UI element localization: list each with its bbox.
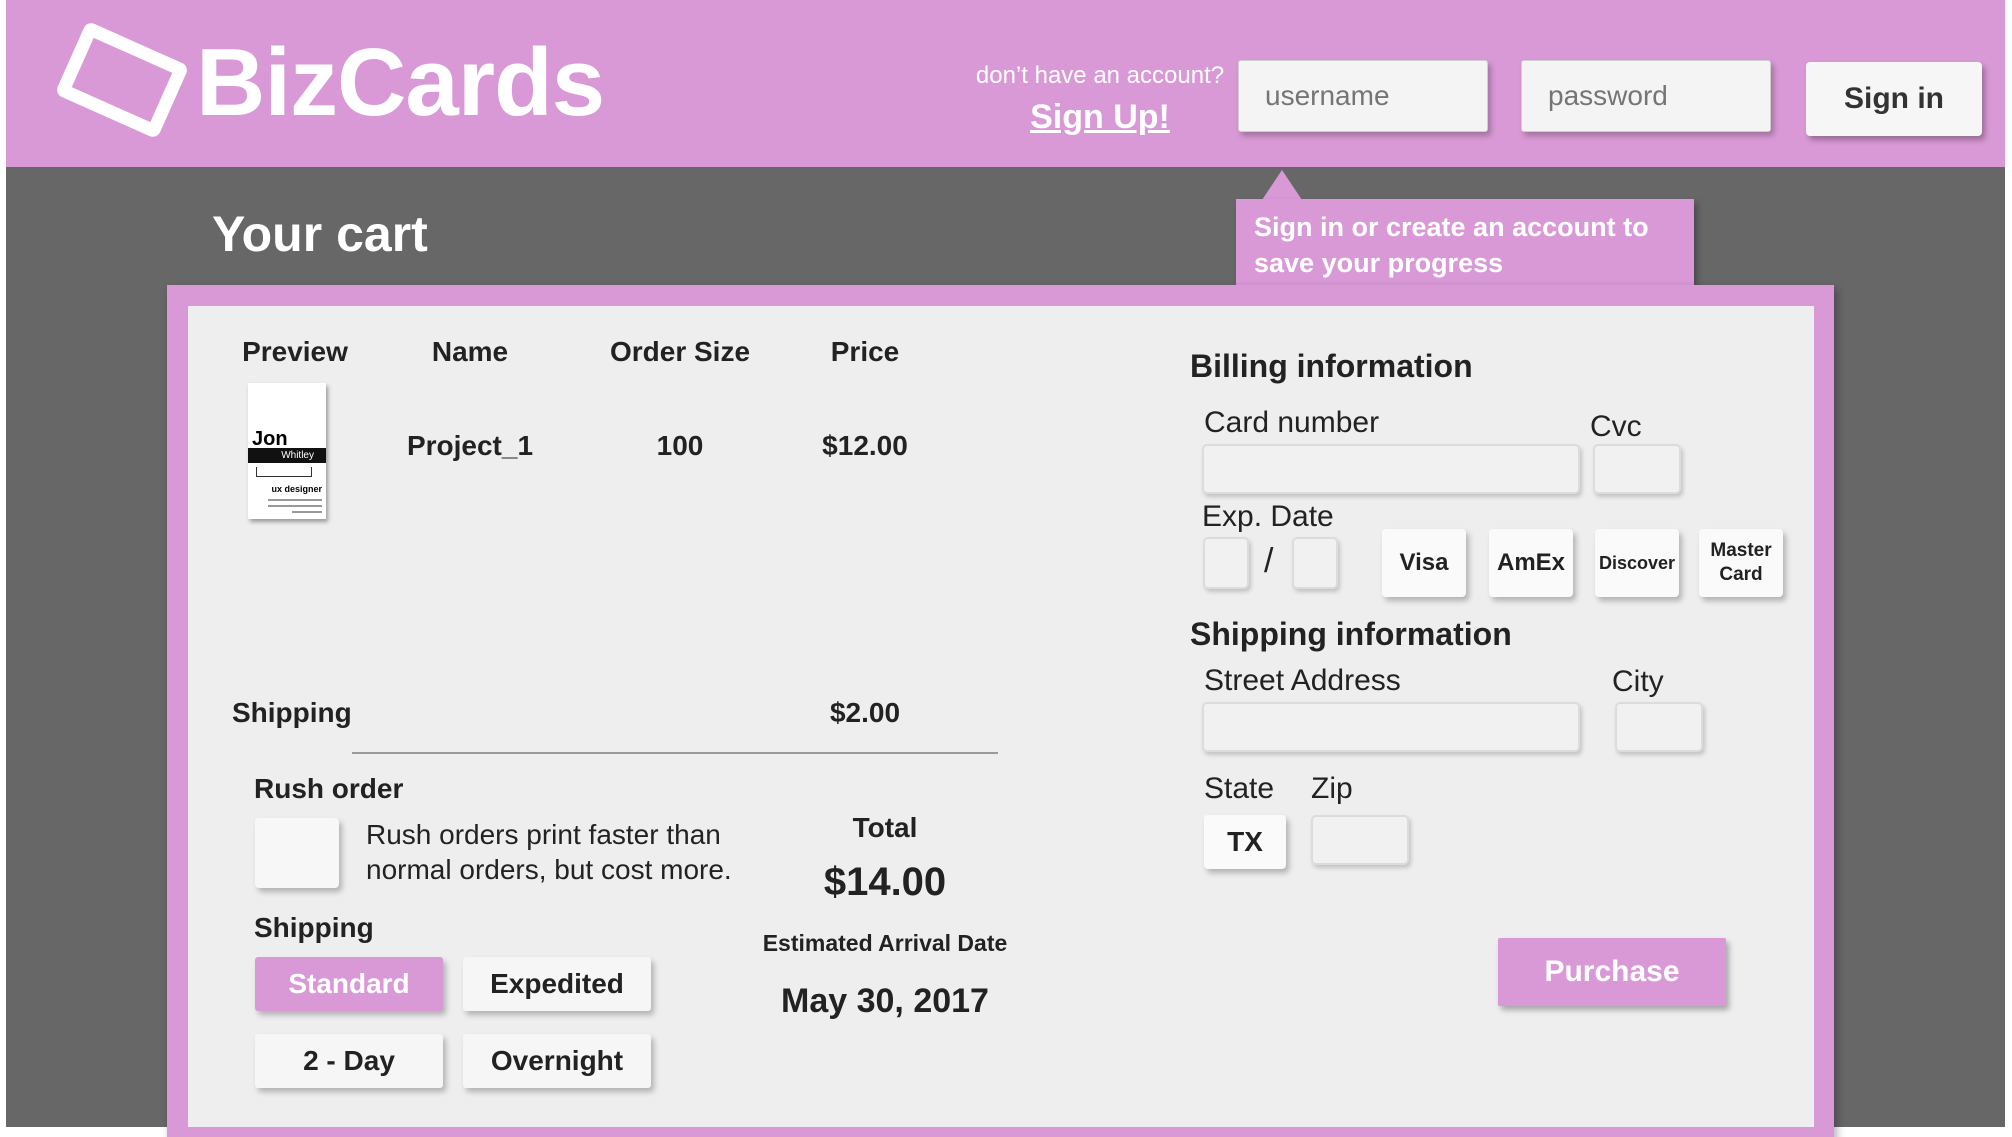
signin-tooltip: Sign in or create an account to save you…: [1236, 199, 1694, 287]
signin-button[interactable]: Sign in: [1806, 62, 1982, 136]
city-label: City: [1612, 665, 1664, 698]
card-number-field[interactable]: [1202, 444, 1580, 494]
shipping-method-title: Shipping: [254, 912, 374, 943]
exp-date-label: Exp. Date: [1202, 500, 1334, 533]
zip-label: Zip: [1311, 772, 1353, 805]
column-header-name: Name: [431, 336, 509, 367]
preview-last-name: Whitley: [281, 450, 314, 461]
column-header-order-size: Order Size: [609, 336, 751, 367]
card-type-mastercard-button[interactable]: Master Card: [1699, 529, 1783, 597]
cvc-label: Cvc: [1590, 410, 1642, 443]
shipping-cost-label: Shipping: [232, 697, 352, 728]
street-address-label: Street Address: [1204, 664, 1401, 697]
purchase-button[interactable]: Purchase: [1498, 938, 1726, 1006]
preview-contact-line: [268, 499, 322, 501]
shipping-info-title: Shipping information: [1190, 616, 1512, 652]
rush-order-title: Rush order: [254, 773, 404, 804]
summary-divider: [352, 752, 998, 754]
exp-month-field[interactable]: [1203, 537, 1249, 589]
shipping-cost-value: $2.00: [829, 697, 901, 728]
card-type-amex-button[interactable]: AmEx: [1489, 529, 1573, 597]
username-input[interactable]: [1238, 60, 1488, 132]
item-order-size: 100: [656, 430, 704, 461]
item-price: $12.00: [822, 430, 908, 461]
shipping-option-2-day[interactable]: 2 - Day: [255, 1034, 443, 1088]
total-label: Total: [852, 812, 918, 843]
total-value: $14.00: [823, 860, 947, 904]
rush-order-checkbox[interactable]: [255, 818, 339, 888]
arrival-date-value: May 30, 2017: [781, 982, 989, 1020]
state-select[interactable]: TX: [1204, 815, 1286, 869]
page-title: Your cart: [212, 206, 428, 262]
street-address-field[interactable]: [1202, 702, 1580, 752]
no-account-prompt: don’t have an account?: [975, 62, 1225, 89]
card-type-visa-button[interactable]: Visa: [1382, 529, 1466, 597]
billing-title: Billing information: [1190, 348, 1473, 384]
state-label: State: [1204, 772, 1275, 805]
arrival-date-label: Estimated Arrival Date: [762, 930, 1008, 956]
password-input[interactable]: [1521, 60, 1771, 132]
signup-link[interactable]: Sign Up!: [972, 98, 1228, 137]
logo-text[interactable]: BizCards: [196, 30, 605, 136]
zip-field[interactable]: [1311, 815, 1409, 865]
shipping-option-overnight[interactable]: Overnight: [463, 1034, 651, 1088]
exp-date-separator: /: [1264, 542, 1274, 580]
preview-bracket: [256, 467, 312, 477]
tooltip-arrow: [1262, 170, 1302, 200]
card-number-label: Card number: [1204, 406, 1380, 439]
card-preview-thumbnail[interactable]: Jon Whitley ux designer: [248, 383, 326, 519]
column-header-preview: Preview: [242, 336, 348, 367]
preview-job-title: ux designer: [271, 484, 322, 494]
exp-year-field[interactable]: [1292, 537, 1338, 589]
item-name: Project_1: [406, 430, 534, 461]
column-header-price: Price: [830, 336, 900, 367]
shipping-option-standard[interactable]: Standard: [255, 957, 443, 1011]
preview-contact-line: [292, 511, 322, 513]
top-header: BizCards don’t have an account? Sign Up!…: [6, 0, 2005, 167]
city-field[interactable]: [1615, 702, 1703, 752]
rush-order-description: Rush orders print faster than normal ord…: [366, 819, 732, 885]
card-logo-icon: [54, 20, 190, 140]
shipping-option-expedited[interactable]: Expedited: [463, 957, 651, 1011]
card-type-discover-button[interactable]: Discover: [1595, 529, 1679, 597]
cvc-field[interactable]: [1593, 444, 1681, 494]
preview-contact-line: [268, 505, 322, 507]
